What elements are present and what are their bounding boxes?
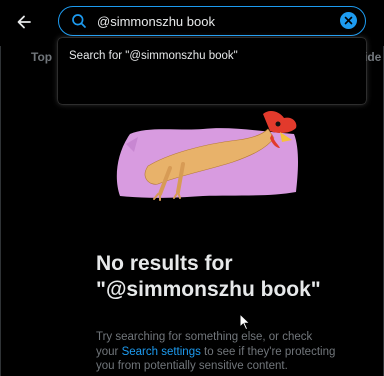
back-button[interactable] <box>10 8 38 36</box>
clear-search-button[interactable] <box>340 12 357 29</box>
rubber-chicken-illustration <box>116 111 298 201</box>
search-icon <box>72 14 86 28</box>
search-box[interactable] <box>58 6 366 36</box>
no-results-subtitle: Try searching for something else, or che… <box>96 330 336 374</box>
tab-top[interactable]: Top <box>31 50 52 64</box>
search-suggestion-item[interactable]: Search for "@simmonszhu book" <box>69 50 238 62</box>
tab-videos[interactable]: ide <box>364 50 381 64</box>
search-input[interactable] <box>97 12 327 30</box>
search-suggestions-dropdown: Search for "@simmonszhu book" <box>58 38 366 104</box>
no-results-title: No results for "@simmonszhu book" <box>96 252 321 301</box>
search-settings-link[interactable]: Search settings <box>122 346 201 358</box>
back-arrow-icon <box>17 15 31 29</box>
clear-icon <box>344 16 353 25</box>
cursor-icon <box>239 313 251 331</box>
